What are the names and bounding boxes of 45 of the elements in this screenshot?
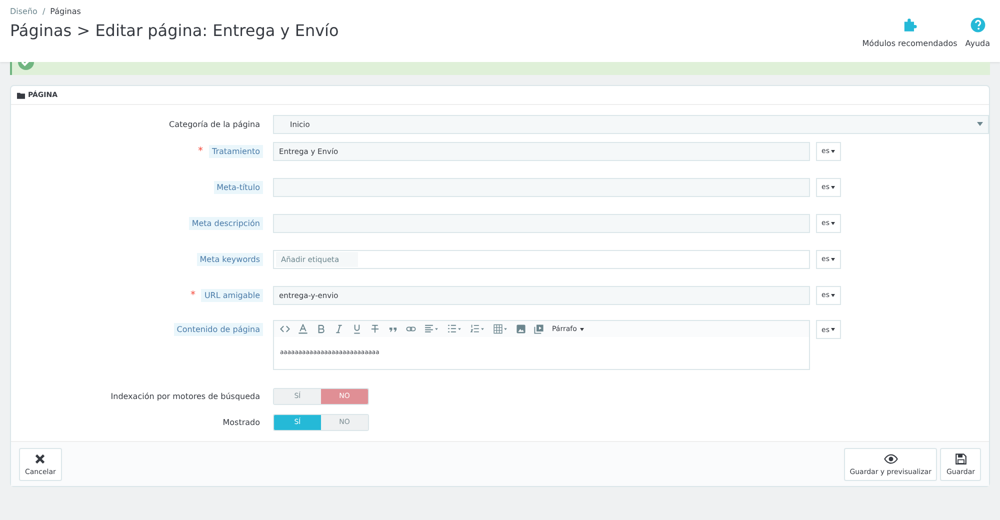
caret-icon bbox=[580, 328, 584, 330]
required-asterisk: * bbox=[190, 290, 196, 300]
text-field[interactable] bbox=[273, 178, 810, 196]
link-icon[interactable] bbox=[406, 324, 416, 334]
switch-label: Indexación por motores de búsqueda bbox=[110, 390, 261, 402]
help-button[interactable]: Ayuda bbox=[965, 17, 990, 48]
text-color-icon[interactable] bbox=[298, 324, 308, 334]
switch-label: Mostrado bbox=[222, 416, 261, 428]
puzzle-icon bbox=[902, 17, 918, 33]
image-icon[interactable] bbox=[516, 324, 526, 334]
text-field[interactable] bbox=[273, 214, 810, 232]
caret-icon bbox=[831, 222, 836, 224]
field-label: Meta descripción bbox=[188, 216, 263, 230]
required-asterisk: * bbox=[198, 146, 204, 156]
caret-icon bbox=[831, 150, 836, 152]
field-label: Tratamiento bbox=[209, 144, 263, 158]
caret-icon bbox=[831, 294, 836, 296]
numbered-list-icon[interactable] bbox=[470, 324, 485, 334]
caret-icon bbox=[977, 122, 983, 126]
source-code-icon[interactable] bbox=[280, 324, 290, 334]
bullet-list-icon[interactable] bbox=[447, 324, 462, 334]
field-label: URL amigable bbox=[201, 288, 263, 302]
caret-icon bbox=[831, 258, 836, 260]
field-label: Contenido de página bbox=[174, 323, 263, 336]
strikethrough-icon[interactable] bbox=[370, 324, 380, 334]
italic-icon[interactable] bbox=[334, 324, 344, 334]
folder-icon bbox=[17, 92, 25, 98]
underline-icon[interactable] bbox=[352, 324, 362, 334]
breadcrumb-separator: / bbox=[42, 7, 46, 16]
bold-icon[interactable] bbox=[316, 324, 326, 334]
field-label: Meta keywords bbox=[196, 252, 263, 266]
modules-button[interactable]: Módulos recomendados bbox=[862, 17, 958, 48]
eye-icon bbox=[884, 452, 898, 464]
field-label: Categoría de la página bbox=[168, 118, 261, 130]
caret-icon bbox=[831, 328, 836, 331]
field-label: Meta-título bbox=[214, 180, 263, 194]
breadcrumb-link[interactable]: Páginas bbox=[50, 7, 81, 16]
breadcrumb-link[interactable]: Diseño bbox=[10, 7, 38, 16]
caret-icon bbox=[831, 186, 836, 188]
close-icon bbox=[33, 452, 48, 464]
align-dropdown-icon[interactable] bbox=[424, 324, 439, 334]
page-title: Páginas > Editar página: Entrega y Envío bbox=[10, 21, 339, 40]
media-icon[interactable] bbox=[534, 324, 544, 334]
help-icon bbox=[970, 17, 986, 33]
table-icon[interactable] bbox=[493, 324, 508, 334]
